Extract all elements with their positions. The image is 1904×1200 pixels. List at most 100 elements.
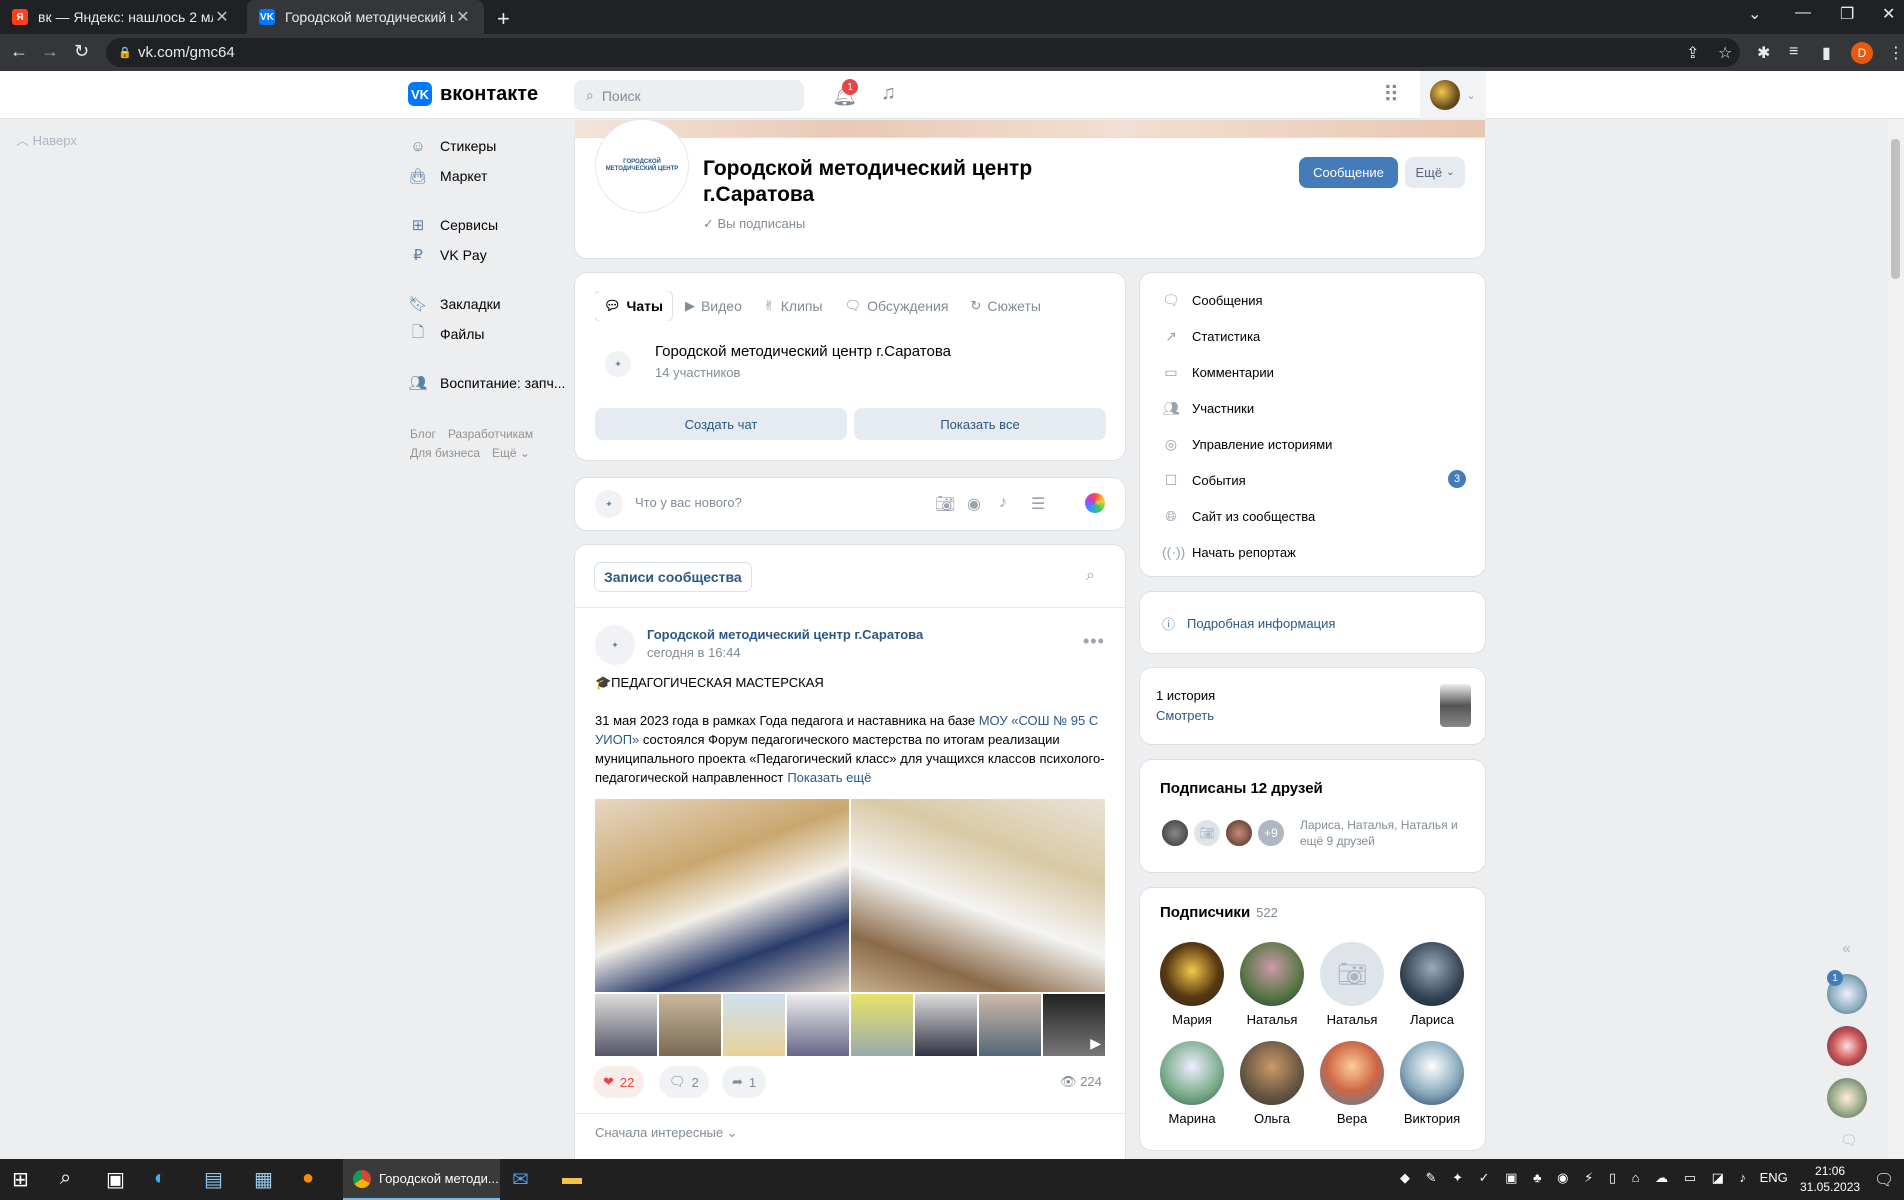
scrollbar-thumb[interactable] (1891, 139, 1900, 279)
new-tab-icon[interactable]: + (497, 6, 510, 32)
more-options-icon[interactable]: ••• (1083, 631, 1105, 652)
photo-thumbnail[interactable] (659, 994, 721, 1056)
reload-icon[interactable]: ↻ (74, 41, 89, 62)
tray-icons[interactable]: ◆ ✎ ✦ ✓ ▣ ♣ ◉ ⚡ ▯ ⌂ ☁ ▭ ◪ ♪ (1400, 1170, 1752, 1185)
nav-item-vkpay[interactable]: ₽ VK Pay (408, 240, 568, 270)
watch-story-link[interactable]: Смотреть (1156, 708, 1214, 723)
user-menu[interactable]: ⌄ (1420, 71, 1486, 119)
menu-item-broadcast[interactable]: ((·)) Начать репортаж (1162, 544, 1296, 560)
nav-item-bookmarks[interactable]: 🔖︎ Закладки (408, 289, 568, 319)
app-icon[interactable]: ▤ (204, 1167, 223, 1192)
composer-input[interactable]: Что у вас нового? (635, 495, 742, 510)
nav-item-files[interactable]: 🗋 Файлы (408, 319, 568, 349)
create-chat-button[interactable]: Создать чат (595, 408, 847, 440)
subscriber[interactable]: Ольга (1240, 1041, 1304, 1126)
media-icon[interactable]: ≡ (1789, 43, 1798, 61)
comments-sort[interactable]: Сначала интересные ⌄ (595, 1125, 738, 1141)
messages-icon[interactable]: 🗨︎ (1840, 1132, 1858, 1149)
subscriber[interactable]: Виктория (1400, 1041, 1464, 1126)
detailed-info-link[interactable]: ⓘ Подробная информация (1162, 614, 1335, 633)
comment-button[interactable]: 🗨︎ 2 (659, 1066, 709, 1098)
menu-item-site[interactable]: 🌐︎ Сайт из сообщества (1162, 508, 1315, 525)
sidebar-icon[interactable]: ▮ (1822, 43, 1831, 63)
article-icon[interactable]: ☰ (1031, 494, 1045, 514)
back-to-top-link[interactable]: ︿ Наверх (16, 130, 77, 149)
browser-tab-yandex[interactable]: Я вк — Яндекс: нашлось 2 млн ре ✕ (0, 0, 243, 34)
explorer-icon[interactable]: ▬ (562, 1167, 582, 1190)
post-author[interactable]: Городской методический центр г.Саратова (647, 627, 923, 642)
mail-icon[interactable]: ✉ (512, 1167, 529, 1192)
close-tab-icon[interactable]: ✕ (213, 7, 231, 27)
photo-thumbnail[interactable] (595, 994, 657, 1056)
footer-link-developers[interactable]: Разработчикам (448, 427, 533, 441)
firefox-icon[interactable]: ● (302, 1167, 314, 1190)
nav-item-market[interactable]: 👜︎ Маркет (408, 161, 568, 191)
post-time[interactable]: сегодня в 16:44 (647, 645, 741, 660)
share-button[interactable]: ➦ 1 (722, 1066, 767, 1098)
profile-avatar[interactable]: D (1851, 42, 1873, 64)
nav-item-stickers[interactable]: ☺ Стикеры (408, 131, 568, 161)
browser-tab-vk[interactable]: VK Городской методический центр ✕ (247, 0, 484, 34)
clock[interactable]: 21:06 31.05.2023 (1800, 1163, 1860, 1195)
story-thumbnail[interactable] (1440, 684, 1471, 727)
like-button[interactable]: ❤ 22 (593, 1066, 645, 1098)
nav-item-services[interactable]: ⊞ Сервисы (408, 210, 568, 240)
address-bar[interactable]: 🔒 vk.com/gmc64 (106, 38, 1740, 67)
photo-thumbnail[interactable] (979, 994, 1041, 1056)
close-window-icon[interactable]: ✕ (1882, 4, 1895, 24)
calculator-icon[interactable]: ▦ (254, 1167, 273, 1192)
menu-item-comments[interactable]: ▭ Комментарии (1162, 364, 1274, 381)
subscribers-title[interactable]: Подписчики 522 (1160, 904, 1278, 921)
vk-logo[interactable]: VK вконтакте (408, 82, 538, 106)
poster-color-icon[interactable] (1085, 493, 1105, 513)
show-all-chats-button[interactable]: Показать все (854, 408, 1106, 440)
task-view-icon[interactable]: ▣ (106, 1167, 125, 1192)
language-indicator[interactable]: ENG (1760, 1170, 1788, 1185)
feed-filter-button[interactable]: Записи сообщества (595, 563, 751, 591)
photo-thumbnail[interactable] (915, 994, 977, 1056)
more-button[interactable]: Ещё ⌄ (1405, 157, 1465, 188)
show-more-link[interactable]: Показать ещё (787, 770, 871, 785)
subscriber[interactable]: Лариса (1400, 942, 1464, 1027)
menu-item-members[interactable]: 👥︎ Участники (1162, 400, 1254, 417)
menu-icon[interactable]: ⋮ (1888, 43, 1904, 63)
tab-chats[interactable]: 💬︎ Чаты (595, 291, 672, 321)
back-icon[interactable]: ← (10, 41, 28, 62)
share-icon[interactable]: ⇪ (1686, 43, 1699, 63)
extensions-icon[interactable]: ✱ (1757, 43, 1770, 63)
apps-grid-icon[interactable]: ⠿ (1383, 82, 1399, 108)
post-photo[interactable] (595, 799, 849, 992)
stories-card[interactable]: 1 история Смотреть (1140, 668, 1485, 744)
subscriber[interactable]: Наталья (1240, 942, 1304, 1027)
message-button[interactable]: Сообщение (1299, 157, 1398, 188)
page-scrollbar[interactable] (1887, 119, 1904, 1159)
menu-item-statistics[interactable]: ↗ Статистика (1162, 328, 1260, 345)
post-photo[interactable] (851, 799, 1105, 992)
subscriber[interactable]: Марина (1160, 1041, 1224, 1126)
minimize-icon[interactable]: — (1795, 4, 1811, 22)
footer-link-blog[interactable]: Блог (410, 427, 436, 441)
subscriber[interactable]: Вера (1320, 1041, 1384, 1126)
tab-stories[interactable]: ↻ Сюжеты (961, 291, 1050, 321)
photo-thumbnail[interactable] (723, 994, 785, 1056)
collapse-icon[interactable]: « (1842, 940, 1851, 958)
photo-thumbnail[interactable] (851, 994, 913, 1056)
taskbar-chrome-app[interactable]: Городской методи... (343, 1159, 500, 1200)
menu-item-stories[interactable]: ◎ Управление историями (1162, 436, 1333, 453)
tab-clips[interactable]: ✌︎ Клипы (755, 291, 832, 321)
photo-thumbnail[interactable] (787, 994, 849, 1056)
subscriber[interactable]: Мария (1160, 942, 1224, 1027)
subscription-status[interactable]: ✓ Вы подписаны (703, 216, 805, 232)
post-author-avatar[interactable]: ✦ (595, 625, 635, 665)
chat-avatar[interactable] (1827, 1078, 1867, 1118)
bookmark-star-icon[interactable]: ☆ (1718, 43, 1732, 63)
music-icon[interactable]: ♪ (999, 494, 1007, 512)
footer-link-business[interactable]: Для бизнеса (410, 446, 480, 460)
edge-icon[interactable]: ◐ (154, 1167, 166, 1190)
video-icon[interactable]: ◉ (967, 494, 981, 514)
friends-subscribed-card[interactable]: Подписаны 12 друзей 📷︎ +9 Лариса, Наталь… (1140, 760, 1485, 872)
chat-avatar[interactable] (1827, 1026, 1867, 1066)
restore-icon[interactable]: ❐ (1840, 4, 1854, 24)
tab-discussions[interactable]: 🗨︎ Обсуждения (836, 291, 958, 321)
search-icon[interactable]: ⌕ (1086, 567, 1095, 585)
